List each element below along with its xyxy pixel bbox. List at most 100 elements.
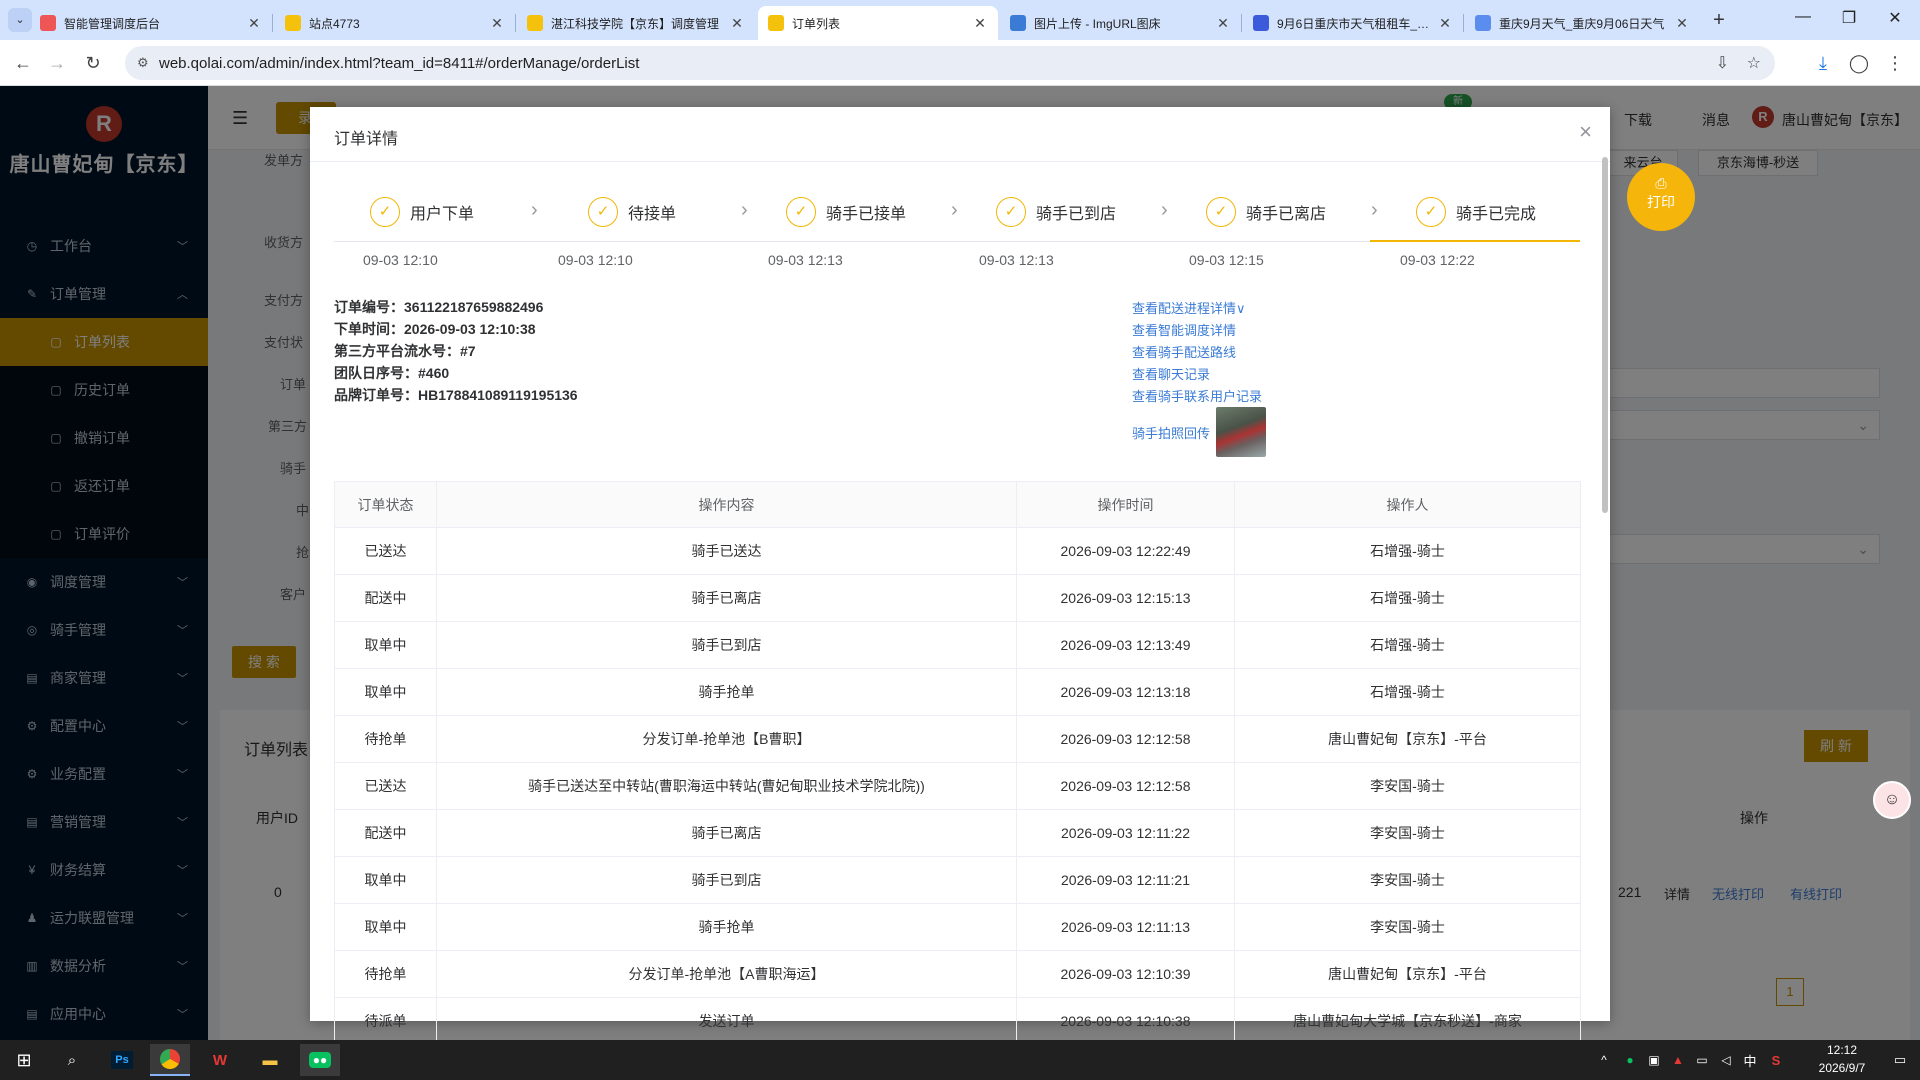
search-icon[interactable]: ⌕	[52, 1044, 92, 1076]
tab-close-icon[interactable]: ✕	[729, 15, 745, 32]
tab-close-icon[interactable]: ✕	[1674, 15, 1690, 32]
tab-close-icon[interactable]: ✕	[246, 15, 262, 32]
clock-time[interactable]: 12:12	[1812, 1043, 1872, 1057]
browser-tab[interactable]: 重庆9月天气_重庆9月06日天气 ✕	[1465, 6, 1700, 40]
table-cell: 2026-09-03 12:10:38	[1016, 997, 1235, 1045]
check-icon: ✓	[1206, 197, 1236, 227]
table-cell: 唐山曹妃甸【京东】-平台	[1234, 950, 1581, 998]
table-cell: 李安国-骑士	[1234, 856, 1581, 904]
table-header: 操作人	[1234, 481, 1581, 528]
step-label: 用户下单	[410, 206, 475, 223]
window-close-button[interactable]: ✕	[1872, 8, 1918, 32]
wps-icon[interactable]: W	[200, 1044, 240, 1076]
table-cell: 配送中	[334, 809, 437, 857]
downloads-icon[interactable]: ⤓	[1810, 50, 1836, 76]
rider-contact-link[interactable]: 查看骑手联系用户记录	[1132, 386, 1262, 405]
table-cell: 待派单	[334, 997, 437, 1045]
tab-list-dropdown-icon[interactable]: ⌄	[8, 8, 32, 32]
clock-date[interactable]: 2026/9/7	[1804, 1061, 1880, 1075]
team-daily-seq: 团队日序号：#460	[334, 365, 450, 381]
chrome-icon[interactable]	[150, 1044, 190, 1076]
table-cell: 取单中	[334, 621, 437, 669]
table-cell: 2026-09-03 12:15:13	[1016, 574, 1235, 622]
window-restore-button[interactable]: ❐	[1826, 8, 1872, 32]
install-app-icon[interactable]: ⇩	[1716, 53, 1729, 73]
table-cell: 2026-09-03 12:12:58	[1016, 762, 1235, 810]
print-button[interactable]: ⎙ 打印	[1627, 163, 1695, 231]
order-detail-modal: 订单详情 × ✓ 用户下单 09-03 12:10 › ✓ 待接单 09-03 12:10 ›…	[310, 107, 1610, 1045]
step-time: 09-03 12:15	[1189, 252, 1264, 268]
order-time: 下单时间：2026-09-03 12:10:38	[334, 321, 536, 337]
browser-tab[interactable]: 订单列表 ✕	[758, 6, 998, 40]
print-button-label: 打印	[1647, 194, 1675, 210]
tab-close-icon[interactable]: ✕	[1215, 15, 1231, 32]
tab-title: 湛江科技学院【京东】调度管理	[551, 16, 720, 31]
site-info-icon[interactable]: ⚙	[137, 55, 149, 71]
rider-route-link[interactable]: 查看骑手配送路线	[1132, 342, 1236, 361]
windows-taskbar: ⊞ ⌕ Ps W ▬ ●● ^ ● ▣ ▲ ▭ ◁ 中 S 12:12 2026…	[0, 1040, 1920, 1080]
progress-step: ✓ 骑手已离店	[1206, 197, 1326, 227]
profile-icon[interactable]: ◯	[1846, 50, 1872, 76]
file-explorer-icon[interactable]: ▬	[250, 1044, 290, 1076]
tab-close-icon[interactable]: ✕	[489, 15, 505, 32]
check-icon: ✓	[370, 197, 400, 227]
back-icon[interactable]: ←	[10, 50, 36, 76]
table-cell: 石增强-骑士	[1234, 621, 1581, 669]
modal-scrollbar-thumb[interactable]	[1602, 157, 1608, 513]
operation-log-table: 订单状态 操作内容 操作时间 操作人 已送达 骑手已送达 2026-09-03 12:22…	[334, 481, 1581, 1045]
tab-favicon-icon	[285, 15, 301, 31]
step-time: 09-03 12:10	[558, 252, 633, 268]
browser-tab[interactable]: 图片上传 - ImgURL图床 ✕	[1000, 6, 1241, 40]
progress-step: ✓ 骑手已到店	[996, 197, 1116, 227]
sogou-icon[interactable]: S	[1756, 1044, 1796, 1076]
rider-photo-link[interactable]: 骑手拍照回传	[1132, 423, 1210, 442]
step-arrow-icon: ›	[951, 199, 958, 221]
tab-title: 重庆9月天气_重庆9月06日天气	[1499, 16, 1665, 31]
tab-title: 9月6日重庆市天气租租车_百度	[1277, 16, 1437, 31]
step-time: 09-03 12:10	[363, 252, 438, 268]
progress-step: ✓ 骑手已接单	[786, 197, 906, 227]
new-tab-button[interactable]: +	[1705, 6, 1733, 34]
start-icon[interactable]: ⊞	[4, 1044, 44, 1076]
tab-close-icon[interactable]: ✕	[1437, 15, 1453, 32]
rider-photo-thumbnail[interactable]	[1216, 407, 1266, 457]
table-header: 订单状态	[334, 481, 437, 528]
chat-record-link[interactable]: 查看聊天记录	[1132, 364, 1210, 383]
third-party-serial: 第三方平台流水号：#7	[334, 343, 476, 359]
window-minimize-button[interactable]: —	[1780, 8, 1826, 32]
wechat-icon[interactable]: ●●	[300, 1044, 340, 1076]
tab-separator	[515, 14, 516, 32]
table-cell: 骑手已到店	[436, 856, 1017, 904]
forward-icon[interactable]: →	[44, 50, 70, 76]
tab-separator	[272, 14, 273, 32]
browser-tab[interactable]: 湛江科技学院【京东】调度管理 ✕	[517, 6, 755, 40]
tab-close-icon[interactable]: ✕	[972, 15, 988, 32]
bookmark-star-icon[interactable]: ☆	[1747, 53, 1761, 73]
table-cell: 待抢单	[334, 715, 437, 763]
tab-title: 订单列表	[792, 16, 841, 31]
table-cell: 2026-09-03 12:13:49	[1016, 621, 1235, 669]
close-icon[interactable]: ×	[1579, 119, 1592, 145]
table-cell: 2026-09-03 12:22:49	[1016, 527, 1235, 575]
table-row: 取单中 骑手已到店 2026-09-03 12:13:49 石增强-骑士	[334, 621, 1581, 669]
table-header: 操作时间	[1016, 481, 1235, 528]
reload-icon[interactable]: ↻	[80, 50, 106, 76]
browser-menu-icon[interactable]: ⋮	[1882, 50, 1908, 76]
table-cell: 李安国-骑士	[1234, 809, 1581, 857]
photoshop-icon[interactable]: Ps	[102, 1044, 142, 1076]
notification-icon[interactable]: ▭	[1880, 1044, 1920, 1076]
delivery-progress-link[interactable]: 查看配送进程详情∨	[1132, 298, 1246, 317]
table-cell: 配送中	[334, 574, 437, 622]
table-cell: 骑手抢单	[436, 903, 1017, 951]
browser-tab[interactable]: 9月6日重庆市天气租租车_百度 ✕	[1243, 6, 1463, 40]
dispatch-detail-link[interactable]: 查看智能调度详情	[1132, 320, 1236, 339]
tab-title: 图片上传 - ImgURL图床	[1034, 16, 1161, 31]
url-bar[interactable]: ⚙ web.qolai.com/admin/index.html?team_id…	[125, 46, 1775, 80]
table-cell: 骑手已离店	[436, 809, 1017, 857]
table-row: 取单中 骑手抢单 2026-09-03 12:13:18 石增强-骑士	[334, 668, 1581, 716]
browser-tab[interactable]: 智能管理调度后台 ✕	[30, 6, 272, 40]
assistant-avatar[interactable]: ☺	[1873, 781, 1911, 819]
browser-tab[interactable]: 站点4773 ✕	[275, 6, 515, 40]
table-row: 待抢单 分发订单-抢单池【B曹职】 2026-09-03 12:12:58 唐山曹妃甸…	[334, 715, 1581, 763]
tab-favicon-icon	[1010, 15, 1026, 31]
